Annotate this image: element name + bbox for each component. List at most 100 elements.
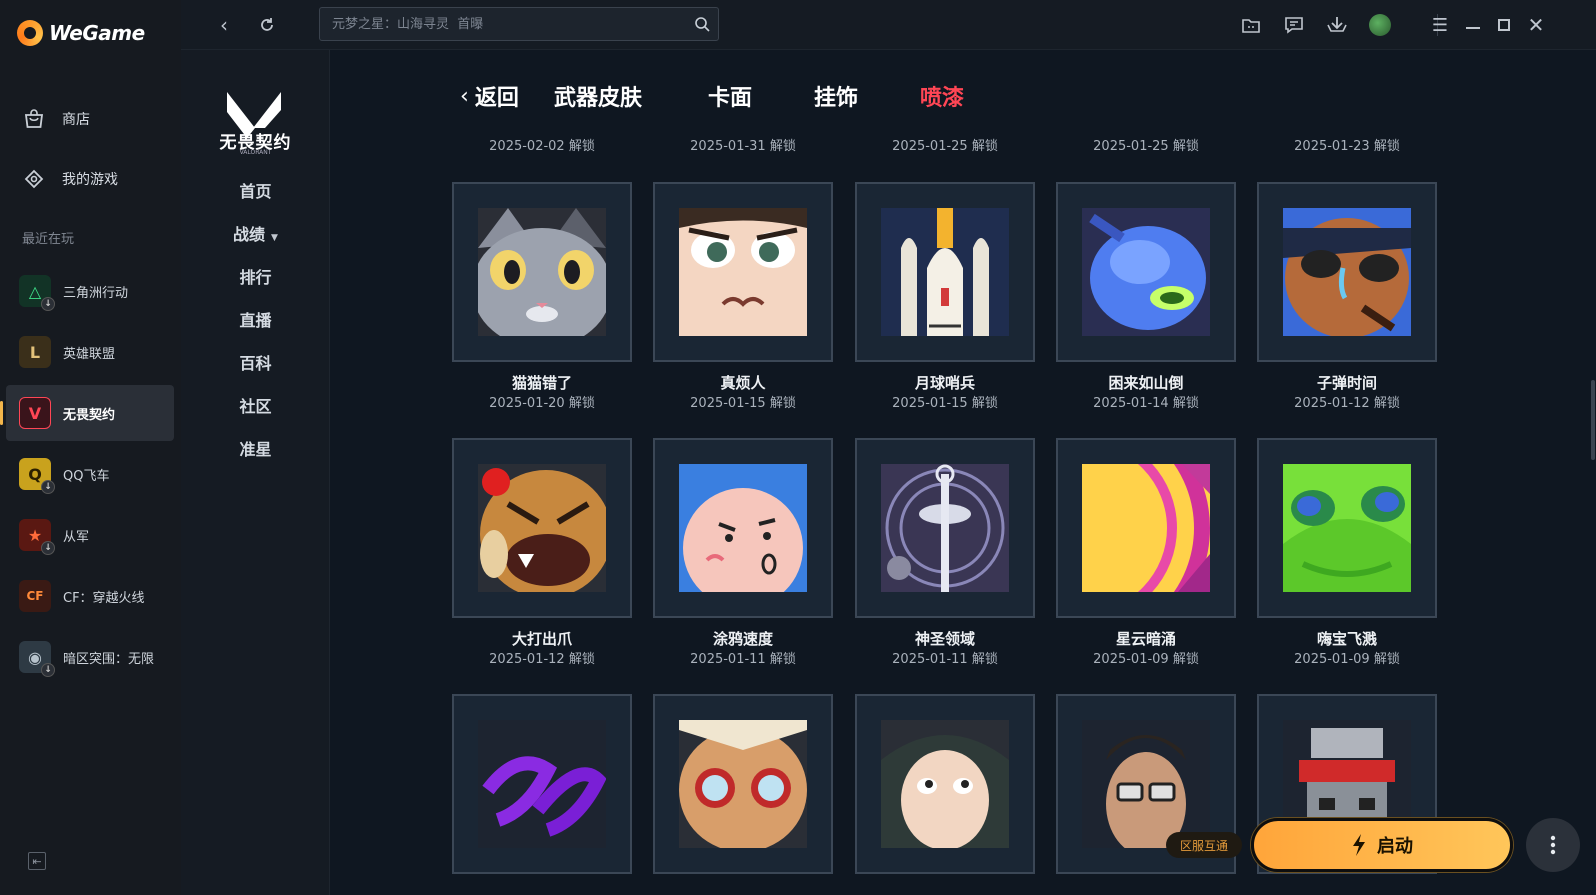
spray-nebula-image [1082, 464, 1210, 592]
messages-button[interactable] [1281, 12, 1307, 38]
brand-name: WeGame [49, 21, 145, 45]
tab-gun-buddies[interactable]: 挂饰 [814, 80, 858, 112]
spray-card[interactable] [1056, 438, 1236, 618]
unlock-date: 2025-01-14 解锁 [1093, 396, 1199, 411]
hamburger-menu-icon: ☰ [1431, 14, 1449, 36]
game-label: 三角洲行动 [63, 285, 129, 301]
collection-content: ‹ 返回 武器皮肤 卡面 挂饰 喷漆 2025-02-02 解锁 2025-01… [330, 50, 1596, 895]
spray-card[interactable] [653, 182, 833, 362]
collapse-sidebar-button[interactable]: ⇤ [28, 852, 46, 870]
wegame-window: WeGame 商店 我的游戏 最近在玩 △ ↓ 三角洲行动 L 英雄联盟 V 无畏… [0, 0, 1596, 895]
game-label: 无畏契约 [63, 407, 116, 423]
download-icon: ↓ [41, 297, 55, 311]
sidebar-game-arena-breakout[interactable]: ◉ ↓ 暗区突围：无限 [6, 629, 174, 685]
tab-player-cards[interactable]: 卡面 [708, 80, 752, 112]
maximize-icon [1498, 19, 1510, 31]
sidebar-item-my-games[interactable]: 我的游戏 [0, 157, 181, 201]
user-avatar-button[interactable] [1367, 12, 1393, 38]
spray-card[interactable] [452, 182, 632, 362]
subnav-item-stats[interactable]: 战绩 ▼ [181, 221, 330, 245]
close-icon: ✕ [1527, 13, 1545, 37]
search-icon[interactable] [694, 16, 710, 32]
unlock-date: 2025-01-09 解锁 [1294, 652, 1400, 667]
sidebar-game-crossfire[interactable]: CF CF：穿越火线 [6, 568, 174, 624]
wegame-brand[interactable]: WeGame [17, 20, 145, 46]
spray-card[interactable] [855, 182, 1035, 362]
download-icon: ↓ [41, 541, 55, 555]
back-nav-button[interactable]: ‹ [211, 12, 237, 38]
spray-doodle-speed-image [679, 464, 807, 592]
game-label: QQ飞车 [63, 468, 110, 484]
lightning-icon [1353, 834, 1365, 856]
qq-speed-icon: Q ↓ [19, 458, 55, 494]
sidebar-game-enlisted[interactable]: ★ ↓ 从军 [6, 507, 174, 563]
subnav-item-crosshair[interactable]: 准星 [181, 436, 330, 460]
unlock-date: 2025-01-23 解锁 [1294, 139, 1400, 154]
downloads-button[interactable] [1324, 12, 1350, 38]
subnav-item-live[interactable]: 直播 [181, 307, 330, 331]
tab-sprays[interactable]: 喷漆 [920, 80, 964, 112]
more-options-button[interactable] [1526, 818, 1580, 872]
tab-weapon-skins[interactable]: 武器皮肤 [554, 80, 642, 112]
spray-purple-graffiti-image [478, 720, 606, 848]
spray-card[interactable] [452, 438, 632, 618]
game-label: CF：穿越火线 [63, 590, 145, 606]
message-icon [1285, 17, 1303, 34]
spray-card[interactable] [452, 694, 632, 874]
spray-card[interactable] [653, 694, 833, 874]
game-subnav: 无畏契约 VALORANT 首页 战绩 ▼ 排行 直播 百科 社区 准星 [181, 50, 330, 895]
unlock-date: 2025-01-15 解锁 [690, 396, 796, 411]
sidebar-game-lol[interactable]: L 英雄联盟 [6, 324, 174, 380]
unlock-date: 2025-01-11 解锁 [892, 652, 998, 667]
subnav-item-home[interactable]: 首页 [181, 178, 330, 202]
download-icon: ↓ [41, 663, 55, 677]
minimize-button[interactable] [1460, 12, 1486, 38]
game-logo-subtitle: VALORANT [239, 149, 272, 156]
spray-annoyed-face-image [679, 208, 807, 336]
unlock-date: 2025-01-31 解锁 [690, 139, 796, 154]
spray-card[interactable] [1056, 182, 1236, 362]
subnav-item-community[interactable]: 社区 [181, 393, 330, 417]
refresh-button[interactable] [254, 12, 280, 38]
recent-played-label: 最近在玩 [22, 232, 75, 247]
subnav-item-wiki[interactable]: 百科 [181, 350, 330, 374]
unlock-date: 2025-01-25 解锁 [1093, 139, 1199, 154]
search-input[interactable] [320, 8, 680, 40]
spray-card[interactable] [1257, 182, 1437, 362]
game-label: 英雄联盟 [63, 346, 116, 362]
vertical-scrollbar[interactable] [1591, 380, 1595, 460]
spray-card[interactable] [855, 694, 1035, 874]
valorant-icon: V [19, 397, 51, 429]
download-icon [1327, 17, 1347, 32]
sidebar-game-qq-speed[interactable]: Q ↓ QQ飞车 [6, 446, 174, 502]
menu-button[interactable]: ☰ [1427, 12, 1453, 38]
launch-button[interactable]: 启动 [1251, 818, 1513, 872]
game-controller-icon [22, 167, 46, 191]
unlock-date: 2025-01-15 解锁 [892, 396, 998, 411]
sidebar-game-delta-force[interactable]: △ ↓ 三角洲行动 [6, 263, 174, 319]
back-button[interactable]: ‹ 返回 [460, 80, 519, 112]
league-of-legends-icon: L [19, 336, 51, 368]
spray-sleepy-robot-image [1082, 208, 1210, 336]
spray-card[interactable] [653, 438, 833, 618]
unlock-date: 2025-01-12 解锁 [489, 652, 595, 667]
subnav-item-ranking[interactable]: 排行 [181, 264, 330, 288]
sidebar-item-shop[interactable]: 商店 [0, 97, 181, 141]
spray-angry-cat-image [478, 464, 606, 592]
collapse-icon: ⇤ [32, 854, 42, 868]
search-box[interactable] [319, 7, 719, 41]
sidebar-game-valorant[interactable]: V 无畏契约 [0, 385, 174, 441]
spray-name: 大打出爪 [511, 630, 572, 648]
close-button[interactable]: ✕ [1523, 12, 1549, 38]
spray-name: 嗨宝飞溅 [1316, 630, 1377, 648]
folder-button[interactable] [1238, 12, 1264, 38]
unlock-date: 2025-01-12 解锁 [1294, 396, 1400, 411]
spray-name: 真烦人 [720, 374, 766, 392]
minimize-icon [1466, 27, 1480, 29]
maximize-button[interactable] [1491, 12, 1517, 38]
app-sidebar: WeGame 商店 我的游戏 最近在玩 △ ↓ 三角洲行动 L 英雄联盟 V 无畏… [0, 0, 181, 895]
spray-card[interactable] [1257, 438, 1437, 618]
game-label: 暗区突围：无限 [63, 651, 155, 667]
spray-card[interactable] [855, 438, 1035, 618]
spray-name: 猫猫错了 [511, 374, 572, 392]
